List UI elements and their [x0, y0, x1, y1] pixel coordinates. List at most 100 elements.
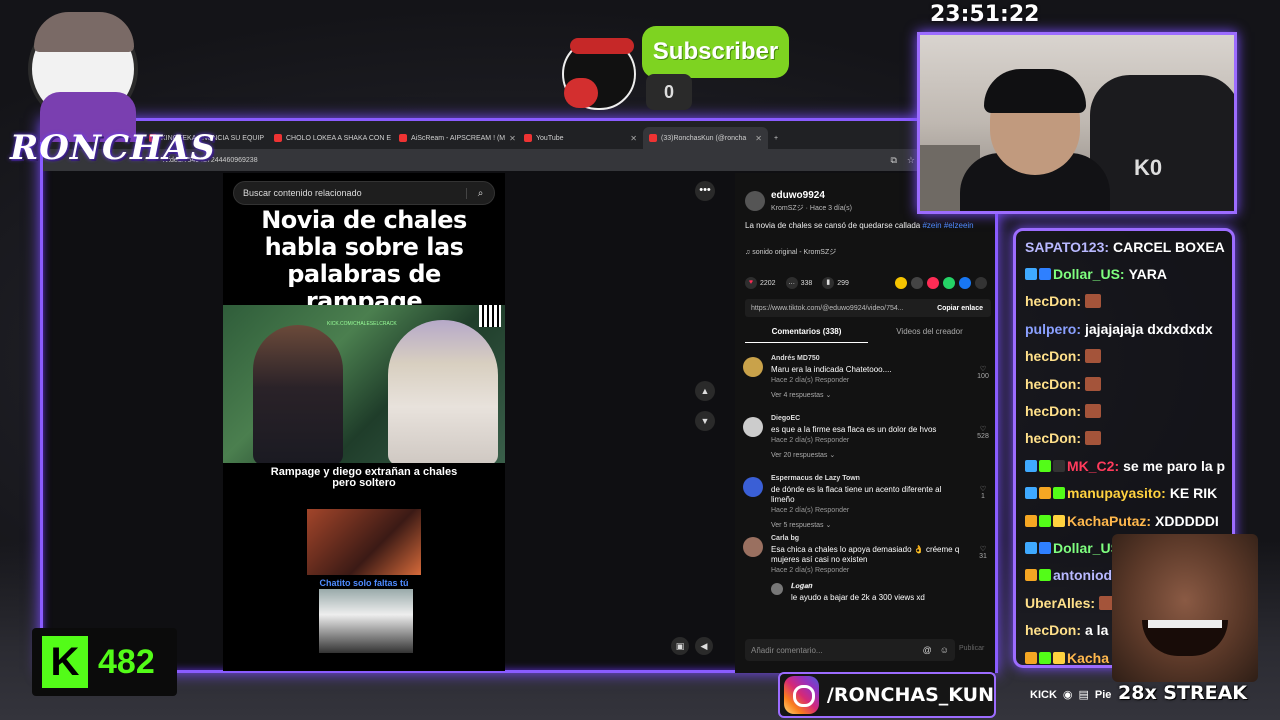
- chat-username[interactable]: UberAlles:: [1025, 595, 1095, 611]
- chat-username[interactable]: hecDon:: [1025, 376, 1081, 392]
- qr-code: [479, 305, 501, 327]
- new-tab-button[interactable]: +: [768, 127, 788, 149]
- browser-tab[interactable]: AiScReam - AIPSCREAM ! (M ✕: [393, 127, 518, 149]
- view-replies-link[interactable]: Ver 4 respuestas ⌄: [771, 391, 831, 399]
- chat-username[interactable]: Dollar_US: [1053, 540, 1120, 556]
- close-tab-icon[interactable]: ✕: [630, 134, 637, 143]
- chat-text: XDDDDDI: [1155, 512, 1219, 529]
- comment-like[interactable]: ♡ 31: [975, 545, 991, 560]
- comment-meta[interactable]: Hace 2 día(s) Responder: [771, 437, 849, 444]
- author-username[interactable]: eduwo9924: [771, 190, 825, 201]
- tab-label: CHOLO LOKEA A SHAKA CON E: [286, 134, 392, 142]
- chat-badge-icon: [1025, 268, 1037, 281]
- whatsapp-icon[interactable]: [943, 277, 955, 289]
- commenter-name[interactable]: Carla bg: [771, 535, 799, 542]
- tab-label: AiScReam - AIPSCREAM ! (M: [411, 134, 506, 142]
- chat-username[interactable]: Kacha: [1067, 650, 1109, 665]
- next-video-icon[interactable]: ▼: [695, 411, 715, 431]
- chat-badge-icon: [1039, 651, 1051, 664]
- commenter-avatar[interactable]: [743, 417, 763, 437]
- chat-username[interactable]: hecDon:: [1025, 430, 1081, 446]
- bookmark-star-icon[interactable]: ☆: [907, 155, 915, 166]
- comment-like[interactable]: ♡ 528: [975, 425, 991, 440]
- picture-in-picture-icon[interactable]: ▣: [671, 637, 689, 655]
- chat-text: jajajajaja dxdxdxdx: [1085, 320, 1213, 337]
- publish-button[interactable]: Publicar: [959, 645, 984, 652]
- chat-username[interactable]: manupayasito:: [1067, 485, 1166, 501]
- heart-outline-icon: ♡: [979, 426, 987, 433]
- social-text: Pie: [1094, 688, 1112, 701]
- comment-meta[interactable]: Hace 2 día(s) Responder: [771, 567, 849, 574]
- mention-icon[interactable]: @: [923, 645, 932, 655]
- previous-video-icon[interactable]: ▲: [695, 381, 715, 401]
- chat-username[interactable]: hecDon:: [1025, 293, 1081, 309]
- chat-username[interactable]: antoniod: [1053, 567, 1112, 583]
- view-replies-link[interactable]: Ver 5 respuestas ⌄: [771, 521, 831, 529]
- heart-outline-icon: ♡: [979, 366, 987, 373]
- comment-button[interactable]: … 338: [785, 277, 812, 289]
- browser-tab[interactable]: YouTube ✕: [518, 127, 643, 149]
- copy-link-button[interactable]: Copiar enlace: [937, 305, 991, 312]
- heart-outline-icon: ♡: [979, 486, 987, 493]
- chat-message: hecDon:: [1016, 370, 1232, 397]
- webcam-feed: K0: [917, 32, 1237, 214]
- chat-message: hecDon:: [1016, 343, 1232, 370]
- chat-username[interactable]: hecDon:: [1025, 348, 1081, 364]
- commenter-avatar[interactable]: [743, 477, 763, 497]
- cast-icon[interactable]: ⧉: [890, 155, 896, 166]
- ronchas-logo-text: RONCHAS: [10, 128, 217, 168]
- comment-like-count: 1: [981, 493, 985, 500]
- browser-tab[interactable]: CHOLO LOKEA A SHAKA CON E✕: [268, 127, 393, 149]
- close-tab-icon[interactable]: ✕: [755, 134, 762, 143]
- chat-badge-icon: [1039, 487, 1051, 500]
- like-button[interactable]: ♥ 2202: [745, 277, 776, 289]
- volume-icon[interactable]: ◀: [695, 637, 713, 655]
- comment-tabs: Comentarios (338) Videos del creador: [745, 327, 991, 343]
- browser-tab[interactable]: (33)RonchasKun (@roncha ✕: [643, 127, 768, 149]
- author-avatar[interactable]: [745, 191, 765, 211]
- related-search-input[interactable]: Buscar contenido relacionado ⌕: [233, 181, 495, 205]
- emoji-icon[interactable]: ☺: [940, 645, 949, 655]
- commenter-name[interactable]: Espermacus de Lazy Town: [771, 475, 860, 482]
- reply-username[interactable]: 𝑳𝒐𝒈𝒂𝒏: [791, 583, 812, 591]
- commenter-avatar[interactable]: [743, 537, 763, 557]
- comment-item: Espermacus de Lazy Town de dónde es la fl…: [743, 473, 991, 533]
- repost-icon[interactable]: [895, 277, 907, 289]
- social-links: KICK ◉ ▤ Pie: [1030, 688, 1112, 702]
- share-arrow-icon[interactable]: [975, 277, 987, 289]
- video-description: La novia de chales se cansó de quedarse …: [745, 221, 975, 231]
- gaming-chair: [1090, 75, 1234, 211]
- close-tab-icon[interactable]: ✕: [509, 134, 516, 143]
- reply-avatar[interactable]: [771, 583, 783, 595]
- chat-badge-icon: [1039, 459, 1051, 472]
- chat-username[interactable]: SAPATO123:: [1025, 239, 1109, 255]
- send-icon[interactable]: [927, 277, 939, 289]
- chat-username[interactable]: KachaPutaz:: [1067, 513, 1151, 529]
- bookmark-icon: ▮: [822, 277, 835, 289]
- commenter-name[interactable]: DiegoEC: [771, 415, 800, 422]
- view-replies-link[interactable]: Ver 20 respuestas ⌄: [771, 451, 835, 459]
- search-icon[interactable]: ⌕: [466, 187, 494, 199]
- comment-input[interactable]: Añadir comentario... @ ☺: [745, 639, 955, 661]
- embed-icon[interactable]: [911, 277, 923, 289]
- sound-label[interactable]: ♫ sonido original - KromSZジ: [745, 247, 836, 257]
- commenter-avatar[interactable]: [743, 357, 763, 377]
- chat-username[interactable]: hecDon:: [1025, 622, 1081, 638]
- save-button[interactable]: ▮ 299: [822, 277, 849, 289]
- chat-username[interactable]: hecDon:: [1025, 403, 1081, 419]
- tab-comments[interactable]: Comentarios (338): [745, 327, 868, 343]
- tab-creator-videos[interactable]: Videos del creador: [868, 327, 991, 343]
- commenter-name[interactable]: Andrés MD750: [771, 355, 820, 362]
- hashtags[interactable]: #zein #elzeein: [922, 221, 973, 230]
- facebook-icon[interactable]: [959, 277, 971, 289]
- chat-username[interactable]: pulpero:: [1025, 321, 1081, 337]
- chat-text: KE RIK: [1169, 485, 1218, 502]
- more-options-icon[interactable]: •••: [695, 181, 715, 201]
- comment-like[interactable]: ♡ 1: [975, 485, 991, 500]
- chat-username[interactable]: Dollar_US:: [1053, 266, 1125, 282]
- video-player[interactable]: Buscar contenido relacionado ⌕ Novia de …: [223, 173, 505, 671]
- comment-meta[interactable]: Hace 2 día(s) Responder: [771, 377, 849, 384]
- chat-username[interactable]: MK_C2:: [1067, 458, 1119, 474]
- comment-like[interactable]: ♡ 100: [975, 365, 991, 380]
- comment-meta[interactable]: Hace 2 día(s) Responder: [771, 507, 849, 514]
